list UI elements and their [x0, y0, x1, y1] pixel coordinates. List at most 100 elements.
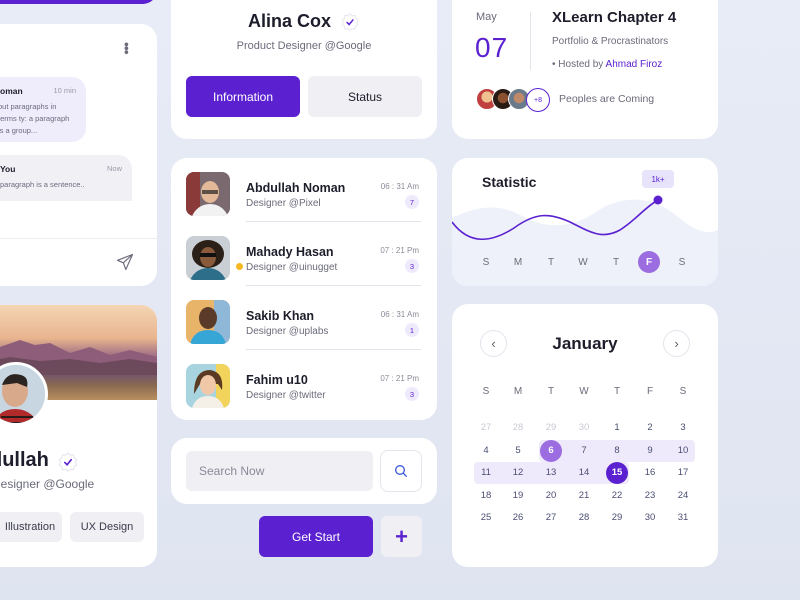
calendar-day[interactable]: 18: [474, 485, 498, 507]
peak-tooltip: 1k+: [642, 170, 674, 188]
calendar-day[interactable]: 12: [506, 462, 530, 484]
day-label[interactable]: T: [605, 251, 627, 273]
calendar-day[interactable]: 6: [539, 440, 563, 462]
calendar-day[interactable]: 13: [539, 462, 563, 484]
calendar-day[interactable]: 16: [638, 462, 662, 484]
day-label[interactable]: T: [540, 251, 562, 273]
calendar-day[interactable]: 23: [638, 485, 662, 507]
search-card: [171, 438, 437, 504]
calendar-day[interactable]: 21: [572, 485, 596, 507]
verified-badge-icon: [58, 452, 78, 472]
tag-illustration[interactable]: Illustration: [0, 512, 62, 542]
contact-row[interactable]: Sakib Khan Designer @uplabs 06 : 31 Am 1: [186, 286, 421, 350]
calendar-day[interactable]: 17: [671, 462, 695, 484]
contact-name: Mahady Hasan: [246, 245, 334, 259]
calendar-day-selected[interactable]: 15: [605, 462, 629, 484]
contact-row[interactable]: Abdullah Noman Designer @Pixel 06 : 31 A…: [186, 158, 421, 222]
calendar-day[interactable]: 31: [671, 507, 695, 529]
event-month: May: [476, 11, 497, 23]
calendar-day[interactable]: 10: [671, 440, 695, 462]
calendar-day[interactable]: 25: [474, 507, 498, 529]
contact-time: 07 : 21 Pm: [380, 374, 419, 383]
calendar-day[interactable]: 28: [506, 417, 530, 439]
calendar-day[interactable]: 30: [638, 507, 662, 529]
calendar-day[interactable]: 24: [671, 485, 695, 507]
top-purple-button-partial[interactable]: [0, 0, 157, 4]
calendar-day[interactable]: 5: [506, 440, 530, 462]
calendar-day[interactable]: 27: [474, 417, 498, 439]
contact-row[interactable]: Fahim u10 Designer @twitter 07 : 21 Pm 3: [186, 350, 421, 414]
day-label[interactable]: W: [572, 251, 594, 273]
calendar-day[interactable]: 30: [572, 417, 596, 439]
contact-role: Designer @twitter: [246, 390, 326, 401]
calendar-day[interactable]: 14: [572, 462, 596, 484]
tag-ux-design[interactable]: UX Design: [70, 512, 144, 542]
contact-time: 07 : 21 Pm: [380, 246, 419, 255]
chat-message-sent: You Now paragraph is a sentence..: [0, 155, 132, 201]
calendar-day[interactable]: 7: [572, 440, 596, 462]
calendar-day[interactable]: 19: [506, 485, 530, 507]
calendar-day[interactable]: 9: [638, 440, 662, 462]
contact-name: Sakib Khan: [246, 309, 315, 323]
search-input[interactable]: [186, 451, 373, 491]
calendar-day[interactable]: 29: [539, 417, 563, 439]
attendee-avatars[interactable]: +8: [476, 88, 550, 112]
calendar-day[interactable]: 20: [539, 485, 563, 507]
calendar-day[interactable]: 8: [605, 440, 629, 462]
contact-avatar: [186, 364, 230, 408]
weekday-label: T: [547, 386, 555, 397]
background-wave: [452, 199, 718, 286]
chat-message-input[interactable]: [0, 251, 102, 275]
chat-message-received: oman 10 min out paragraphs in terms ty: …: [0, 77, 86, 142]
user-name-row: Alina Cox: [171, 11, 437, 32]
weekday-label: T: [613, 386, 621, 397]
calendar-day[interactable]: 22: [605, 485, 629, 507]
contact-role: Designer @uplabs: [246, 326, 329, 337]
attendees-label: Peoples are Coming: [559, 93, 655, 105]
weekday-label: W: [579, 386, 589, 397]
message-text: paragraph is a sentence..: [0, 180, 85, 189]
calendar-grid: S M T W T F S 27 28 29 30 1 2 3 4 5 6 7 8 9 10 11 12 13 14 15 16 17…: [452, 304, 718, 567]
day-label[interactable]: M: [507, 251, 529, 273]
host-prefix: • Hosted by: [552, 59, 606, 70]
profile-card: dullah Designer @Google Illustration UX …: [0, 305, 157, 567]
day-label-active[interactable]: F: [638, 251, 660, 273]
weekday-label: S: [679, 386, 687, 397]
day-label[interactable]: S: [475, 251, 497, 273]
event-title: XLearn Chapter 4: [552, 9, 677, 26]
calendar-day[interactable]: 27: [539, 507, 563, 529]
kebab-menu-icon[interactable]: •••: [119, 42, 135, 54]
event-day: 07: [475, 32, 509, 63]
user-role: Product Designer @Google: [236, 40, 372, 52]
profile-role: Designer @Google: [0, 477, 95, 491]
calendar-day[interactable]: 1: [605, 417, 629, 439]
peak-point: [653, 195, 663, 205]
calendar-day[interactable]: 29: [605, 507, 629, 529]
information-tab-button[interactable]: Information: [186, 76, 300, 117]
get-start-button[interactable]: Get Start: [259, 516, 373, 557]
contact-avatar: [186, 236, 230, 280]
calendar-day[interactable]: 3: [671, 417, 695, 439]
send-paper-plane-icon[interactable]: [115, 252, 135, 272]
contact-row[interactable]: Mahady Hasan Designer @uinugget 07 : 21 …: [186, 222, 421, 286]
search-button[interactable]: [380, 450, 422, 492]
calendar-card: ‹ January › S M T W T F S 27 28 29 30 1 2 3 4 5 6 7 8 9 10 11…: [452, 304, 718, 567]
contact-time: 06 : 31 Am: [380, 310, 419, 319]
contact-name: Abdullah Noman: [246, 181, 346, 195]
more-attendees-badge: +8: [526, 88, 550, 112]
unread-count-badge: 3: [405, 387, 419, 401]
contact-avatar: [186, 300, 230, 344]
calendar-day[interactable]: 4: [474, 440, 498, 462]
host-name-link[interactable]: Ahmad Firoz: [606, 59, 663, 70]
day-label[interactable]: S: [671, 251, 693, 273]
person-avatar-image: [0, 365, 45, 423]
calendar-day[interactable]: 11: [474, 462, 498, 484]
weekday-label: M: [513, 386, 523, 397]
calendar-day[interactable]: 2: [638, 417, 662, 439]
calendar-day[interactable]: 28: [572, 507, 596, 529]
calendar-day[interactable]: 26: [506, 507, 530, 529]
verified-badge-icon: [341, 13, 359, 32]
status-tab-button[interactable]: Status: [308, 76, 422, 117]
contacts-list-card: Abdullah Noman Designer @Pixel 06 : 31 A…: [171, 158, 437, 420]
add-button[interactable]: +: [381, 516, 422, 557]
